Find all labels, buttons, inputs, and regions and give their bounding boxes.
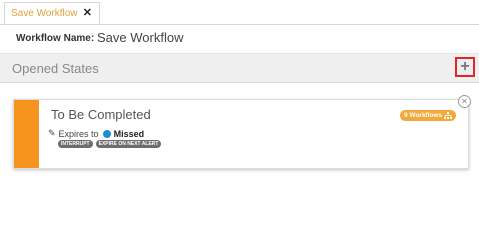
workflows-badge-label: 9 Workflows — [404, 112, 443, 119]
workflows-badge[interactable]: 9 Workflows — [400, 110, 457, 121]
opened-states-header: Opened States — [0, 54, 479, 83]
tab-label: Save Workflow — [11, 7, 78, 19]
state-dot-icon — [102, 129, 111, 138]
add-state-button[interactable]: + — [455, 57, 475, 77]
tag-expire-on-next-alert: EXPIRE ON NEXT ALERT — [95, 140, 162, 148]
opened-states-title: Opened States — [12, 61, 99, 76]
tag-interrupt: INTERRUPT — [58, 140, 93, 148]
close-icon[interactable]: ✕ — [83, 7, 92, 19]
workflow-name-label: Workflow Name: — [16, 33, 95, 44]
expires-prefix: Expires to — [58, 128, 99, 139]
plus-icon: + — [460, 58, 470, 75]
pencil-icon[interactable]: ✎ — [48, 128, 56, 139]
state-tags: INTERRUPT EXPIRE ON NEXT ALERT — [58, 140, 162, 148]
sitemap-icon — [444, 112, 453, 119]
tab-bar: Save Workflow ✕ — [0, 0, 479, 25]
state-title: To Be Completed — [51, 107, 151, 122]
workflow-name-input[interactable] — [97, 30, 457, 45]
remove-state-icon[interactable]: ✕ — [458, 95, 471, 108]
state-color-strip — [14, 100, 39, 168]
state-card[interactable]: To Be Completed 9 Workflows ✕ ✎ Expires … — [13, 95, 471, 169]
workflow-name-row: Workflow Name: — [0, 25, 479, 54]
tab-save-workflow[interactable]: Save Workflow ✕ — [4, 2, 100, 24]
target-state: Missed — [113, 128, 145, 139]
expire-row: ✎ Expires to Missed — [48, 128, 144, 139]
